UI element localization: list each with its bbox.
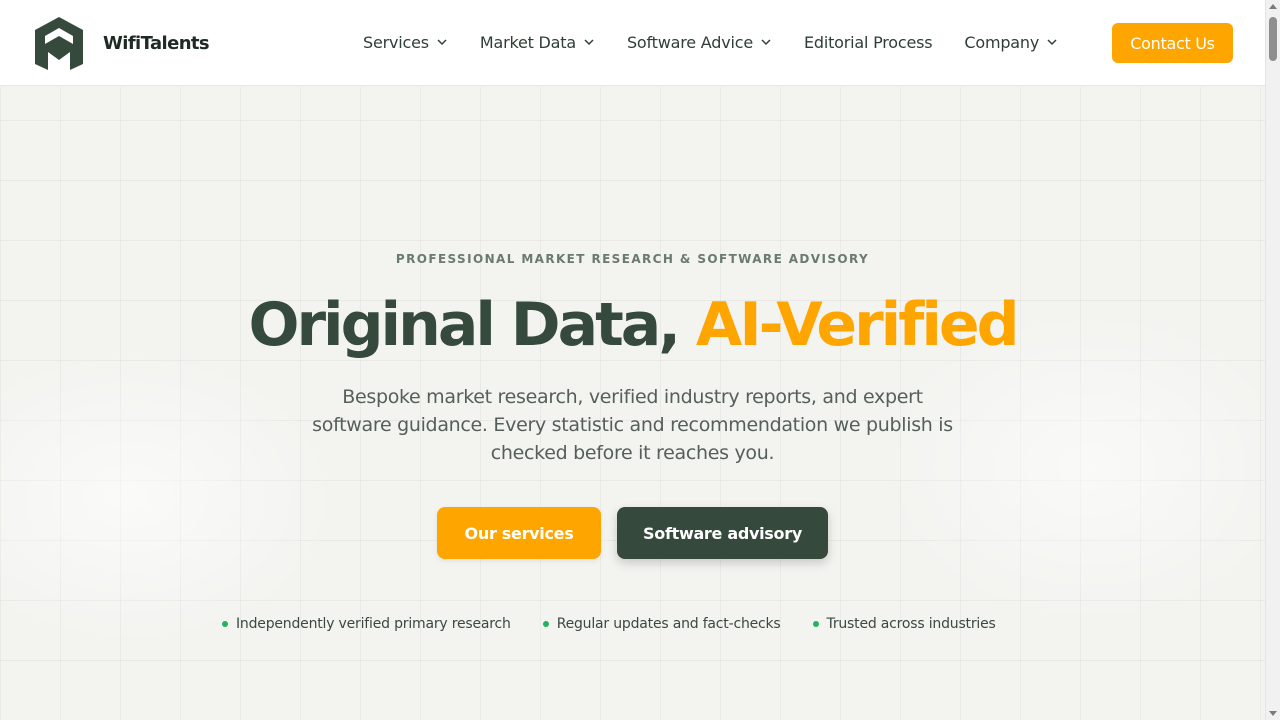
software-advisory-button[interactable]: Software advisory (617, 507, 828, 559)
nav-item-label: Editorial Process (803, 32, 933, 52)
feature-item: Regular updates and fact-checks (542, 616, 781, 632)
headline-main: Original Data, (248, 290, 696, 360)
bullet-dot-icon (222, 621, 228, 627)
nav-item-label: Company (964, 32, 1040, 52)
nav-item-editorial-process[interactable]: Editorial Process (803, 30, 933, 54)
hero-subtitle: Bespoke market research, verified indust… (312, 386, 953, 464)
feature-label: Regular updates and fact-checks (556, 616, 781, 632)
nav-item-label: Software Advice (626, 32, 753, 52)
hero-section: PROFESSIONAL MARKET RESEARCH & SOFTWARE … (0, 87, 1265, 720)
chevron-down-icon (1047, 39, 1057, 46)
chevron-down-icon (761, 39, 771, 46)
scroll-down-icon[interactable] (1269, 711, 1277, 716)
hero-eyebrow: PROFESSIONAL MARKET RESEARCH & SOFTWARE … (395, 252, 870, 266)
feature-item: Trusted across industries (812, 616, 996, 632)
hero-cta-row: Our services Software advisory (437, 507, 828, 559)
logo-link[interactable]: WifiTalents (32, 16, 210, 70)
site-header: WifiTalents Services Market Data Softwar… (0, 0, 1265, 86)
scrollbar-thumb[interactable] (1269, 17, 1277, 61)
nav-item-label: Market Data (479, 32, 576, 52)
nav-item-company[interactable]: Company (964, 30, 1058, 54)
feature-item: Independently verified primary research (222, 616, 511, 632)
our-services-button[interactable]: Our services (437, 507, 601, 559)
scroll-up-icon[interactable] (1269, 4, 1277, 9)
page-scrollbar[interactable] (1265, 0, 1280, 720)
nav-item-software-advice[interactable]: Software Advice (627, 30, 772, 54)
nav-item-services[interactable]: Services (363, 30, 448, 54)
headline-accent: AI-Verified (695, 290, 1020, 360)
feature-label: Independently verified primary research (236, 616, 511, 632)
nav-item-market-data[interactable]: Market Data (480, 30, 595, 54)
hero-glow (0, 347, 340, 647)
nav-item-label: Services (363, 32, 429, 52)
bullet-dot-icon (542, 621, 549, 627)
chevron-down-icon (437, 39, 447, 46)
contact-us-button[interactable]: Contact Us (1112, 23, 1233, 63)
logo-icon (35, 17, 83, 70)
hero-features: Independently verified primary research … (222, 616, 1028, 632)
hero-headline: Original Data, AI-Verified (0, 287, 1265, 363)
bullet-dot-icon (812, 621, 819, 627)
feature-label: Trusted across industries (826, 616, 996, 632)
main-nav: Services Market Data Software Advice Edi… (363, 30, 1090, 54)
chevron-down-icon (584, 39, 594, 46)
brand-name: WifiTalents (103, 32, 210, 54)
